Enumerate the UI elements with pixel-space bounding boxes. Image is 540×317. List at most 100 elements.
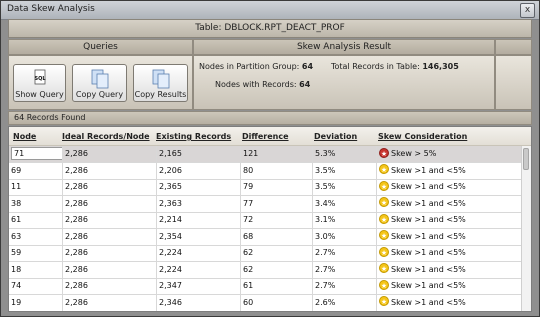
skew-text: Skew > 5% bbox=[391, 149, 437, 158]
results-grid[interactable]: Node Ideal Records/Node Existing Records… bbox=[8, 126, 532, 312]
table-row[interactable]: 61 2,286 2,214 72 3.1% ★ Skew >1 and <5% bbox=[9, 212, 521, 229]
skew-medium-icon: ★ bbox=[379, 213, 389, 224]
column-header-ideal[interactable]: Ideal Records/Node bbox=[62, 132, 150, 141]
copy-query-label: Copy Query bbox=[75, 90, 124, 99]
copy-document-icon bbox=[150, 68, 172, 92]
vertical-scrollbar[interactable] bbox=[521, 146, 531, 311]
skew-text: Skew >1 and <5% bbox=[391, 281, 466, 290]
column-header-difference[interactable]: Difference bbox=[242, 132, 289, 141]
spacer-panel bbox=[495, 55, 532, 110]
nodes-in-partition-value: 64 bbox=[301, 62, 314, 71]
table-row[interactable]: 71 2,286 2,165 121 5.3% ★ Skew > 5% bbox=[9, 146, 521, 163]
column-header-existing[interactable]: Existing Records bbox=[156, 132, 231, 141]
skew-text: Skew >1 and <5% bbox=[391, 231, 466, 241]
table-row[interactable]: 74 2,286 2,347 61 2.7% ★ Skew >1 and <5% bbox=[9, 278, 521, 295]
nodes-with-records-label: Nodes with Records: bbox=[215, 80, 297, 89]
skew-text: Skew >1 and <5% bbox=[391, 248, 466, 257]
nodes-with-records: Nodes with Records: 64 bbox=[215, 80, 310, 89]
cell-difference: 62 bbox=[240, 261, 312, 278]
cell-node: 61 bbox=[11, 215, 22, 224]
cell-existing: 2,206 bbox=[156, 162, 240, 179]
window-title: Data Skew Analysis bbox=[7, 4, 95, 14]
skew-medium-icon: ★ bbox=[379, 246, 389, 257]
table-row[interactable]: 63 2,286 2,354 68 3.0% ★ Skew >1 and <5% bbox=[9, 228, 521, 246]
cell-skew: ★ Skew >1 and <5% bbox=[376, 294, 476, 311]
cell-existing: 2,365 bbox=[156, 179, 240, 195]
scrollbar-thumb[interactable] bbox=[523, 148, 529, 170]
table-row[interactable]: 69 2,286 2,206 80 3.5% ★ Skew >1 and <5% bbox=[9, 162, 521, 180]
cell-skew: ★ Skew > 5% bbox=[376, 146, 476, 162]
total-records-label: Total Records in Table: bbox=[331, 62, 420, 71]
cell-deviation: 3.5% bbox=[312, 179, 376, 195]
nodes-in-partition: Nodes in Partition Group: 64 bbox=[199, 62, 313, 71]
cell-node: 69 bbox=[11, 165, 22, 175]
column-header-deviation[interactable]: Deviation bbox=[314, 132, 357, 141]
cell-skew: ★ Skew >1 and <5% bbox=[376, 195, 476, 212]
show-query-button[interactable]: SQL Show Query bbox=[13, 64, 66, 102]
cell-existing: 2,224 bbox=[156, 261, 240, 278]
skew-text: Skew >1 and <5% bbox=[391, 198, 466, 208]
cell-existing: 2,354 bbox=[156, 228, 240, 245]
cell-node: 71 bbox=[9, 146, 62, 162]
cell-node: 74 bbox=[11, 281, 22, 290]
cell-skew: ★ Skew >1 and <5% bbox=[376, 212, 476, 228]
title-bar[interactable]: Data Skew Analysis x bbox=[1, 1, 539, 20]
cell-deviation: 3.5% bbox=[312, 162, 376, 179]
table-row[interactable]: 11 2,286 2,365 79 3.5% ★ Skew >1 and <5% bbox=[9, 179, 521, 196]
cell-existing: 2,214 bbox=[156, 212, 240, 228]
skew-medium-icon: ★ bbox=[379, 296, 389, 306]
copy-results-button[interactable]: Copy Results bbox=[133, 64, 188, 102]
spacer-header bbox=[495, 39, 532, 55]
cell-existing: 2,363 bbox=[156, 195, 240, 212]
cell-existing: 2,165 bbox=[156, 146, 240, 162]
skew-text: Skew >1 and <5% bbox=[391, 264, 466, 274]
cell-ideal: 2,286 bbox=[62, 195, 156, 212]
cell-difference: 61 bbox=[240, 278, 312, 294]
cell-ideal: 2,286 bbox=[62, 245, 156, 261]
selected-cell[interactable]: 71 bbox=[11, 147, 62, 160]
total-records-value: 146,305 bbox=[422, 62, 459, 71]
cell-ideal: 2,286 bbox=[62, 179, 156, 195]
close-icon: x bbox=[524, 5, 531, 15]
nodes-with-records-value: 64 bbox=[299, 80, 311, 89]
cell-difference: 62 bbox=[240, 245, 312, 261]
table-row[interactable]: 38 2,286 2,363 77 3.4% ★ Skew >1 and <5% bbox=[9, 195, 521, 213]
table-row[interactable]: 19 2,286 2,346 60 2.6% ★ Skew >1 and <5% bbox=[9, 294, 521, 311]
cell-difference: 79 bbox=[240, 179, 312, 195]
cell-node: 38 bbox=[11, 198, 22, 208]
skew-text: Skew >1 and <5% bbox=[391, 182, 466, 191]
skew-text: Skew >1 and <5% bbox=[391, 297, 466, 307]
cell-difference: 68 bbox=[240, 228, 312, 245]
table-row[interactable]: 59 2,286 2,224 62 2.7% ★ Skew >1 and <5% bbox=[9, 245, 521, 262]
show-query-label: Show Query bbox=[15, 90, 64, 99]
cell-deviation: 2.7% bbox=[312, 245, 376, 261]
records-found-bar: 64 Records Found bbox=[8, 111, 532, 125]
total-records: Total Records in Table: 146,305 bbox=[331, 62, 459, 71]
skew-result-header: Skew Analysis Result bbox=[193, 39, 495, 55]
column-header-node[interactable]: Node bbox=[13, 132, 36, 141]
data-skew-window: Data Skew Analysis x Table: DBLOCK.RPT_D… bbox=[0, 0, 540, 317]
skew-text: Skew >1 and <5% bbox=[391, 215, 466, 224]
copy-query-button[interactable]: Copy Query bbox=[72, 64, 127, 102]
cell-difference: 77 bbox=[240, 195, 312, 212]
skew-medium-icon: ★ bbox=[379, 164, 389, 174]
cell-node: 59 bbox=[11, 248, 22, 257]
skew-medium-icon: ★ bbox=[379, 230, 389, 240]
skew-high-icon: ★ bbox=[379, 147, 389, 158]
cell-existing: 2,224 bbox=[156, 245, 240, 261]
close-button[interactable]: x bbox=[520, 3, 535, 18]
skew-medium-icon: ★ bbox=[379, 180, 389, 191]
sql-query-icon: SQL bbox=[31, 68, 49, 88]
cell-skew: ★ Skew >1 and <5% bbox=[376, 261, 476, 278]
cell-deviation: 2.7% bbox=[312, 261, 376, 278]
sql-icon-text: SQL bbox=[34, 76, 46, 82]
cell-deviation: 3.0% bbox=[312, 228, 376, 245]
table-row[interactable]: 18 2,286 2,224 62 2.7% ★ Skew >1 and <5% bbox=[9, 261, 521, 279]
cell-node: 63 bbox=[11, 231, 22, 241]
cell-skew: ★ Skew >1 and <5% bbox=[376, 245, 476, 261]
skew-medium-icon: ★ bbox=[379, 197, 389, 207]
cell-ideal: 2,286 bbox=[62, 261, 156, 278]
cell-skew: ★ Skew >1 and <5% bbox=[376, 162, 476, 179]
column-header-skew[interactable]: Skew Consideration bbox=[378, 132, 467, 141]
cell-node: 19 bbox=[11, 297, 22, 307]
